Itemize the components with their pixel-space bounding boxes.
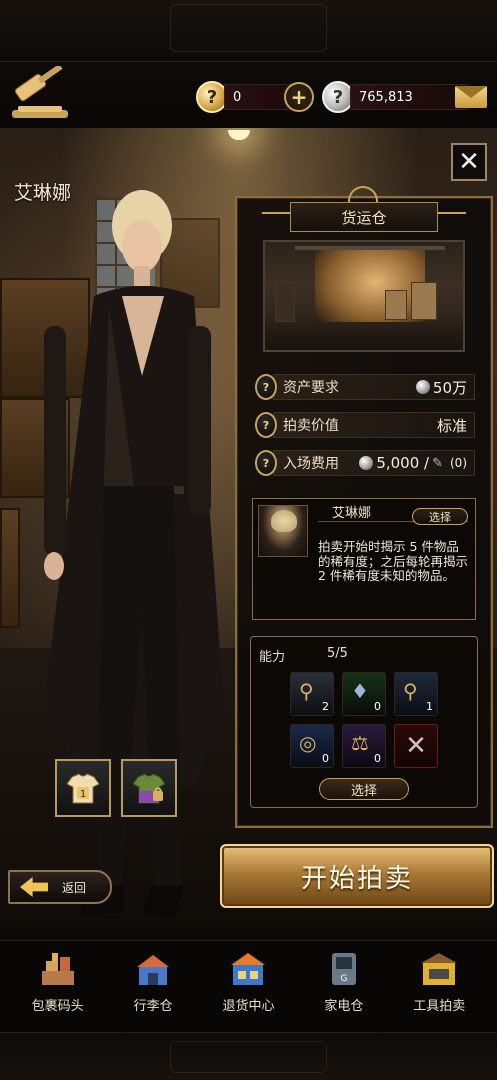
outfit-slot[interactable]: 1 (55, 759, 111, 817)
stat-entry-fee: ? 入场费用 5,000 /✎ (0) (255, 448, 475, 478)
ability-slot[interactable]: ◎ 0 (290, 724, 334, 768)
warehouse-door (315, 250, 425, 330)
stat-value: 5,000 /✎ (0) (359, 454, 467, 472)
badge-icon: ? (255, 450, 277, 476)
ceiling-lamp (228, 130, 250, 140)
magnifier-blue-icon: ⚲ (403, 679, 418, 703)
crate (411, 282, 437, 320)
host-portrait[interactable] (258, 505, 308, 557)
back-button[interactable]: 返回 (8, 870, 112, 904)
ability-slot-count: 0 (374, 752, 381, 765)
silver-currency: ? 765,813 (322, 81, 470, 113)
shirt-icon: 1 (66, 773, 100, 804)
ticket-count: (0) (450, 456, 467, 470)
nav-label: 家电仓 (324, 999, 364, 1014)
select-ability-button[interactable]: 选择 (319, 778, 409, 800)
ticket-icon: ✎ (432, 455, 443, 471)
stat-label: 入场费用 (283, 456, 339, 472)
ability-label: 能力 (259, 650, 286, 665)
crate (385, 290, 407, 320)
outfit-slot-locked[interactable] (121, 759, 177, 817)
bottom-frame (0, 1032, 497, 1080)
badge-icon: ? (255, 412, 277, 438)
stat-asset-requirement: ? 资产要求 50万 (255, 372, 475, 402)
ability-slot-count: 0 (322, 752, 329, 765)
ground (265, 322, 463, 350)
top-ornament (170, 4, 327, 52)
stat-label: 资产要求 (283, 380, 339, 396)
top-frame (0, 0, 497, 62)
ability-slot[interactable]: ⚖ 0 (342, 724, 386, 768)
stat-value-text: 50万 (432, 378, 467, 397)
ability-slot-count: 2 (322, 700, 329, 713)
stat-auction-value: ? 拍卖价值 标准 (255, 410, 475, 440)
ability-slot-count: 1 (426, 700, 433, 713)
close-icon: ✕ (458, 147, 480, 177)
nav-item-appliance[interactable]: G 家电仓 (299, 941, 389, 1033)
scales-icon: ⚖ (351, 731, 369, 755)
outfit-badge: 1 (80, 789, 86, 800)
nav-item-luggage[interactable]: 行李仓 (108, 941, 198, 1033)
ring-icon: ◎ (299, 731, 317, 755)
mail-icon[interactable] (455, 86, 487, 108)
nav-label: 退货中心 (222, 999, 275, 1014)
ability-slot-empty[interactable]: ✕ (394, 724, 438, 768)
stat-label: 拍卖价值 (283, 418, 339, 434)
venue-preview-image (263, 240, 465, 352)
add-currency-button[interactable]: + (284, 82, 314, 112)
stat-value: 标准 (436, 416, 467, 435)
host-skill-description: 拍卖开始时揭示 5 件物品的稀有度；之后每轮再揭示 2 件稀有度未知的物品。 (318, 539, 469, 583)
top-bar: ? 0 + ? 765,813 (0, 62, 497, 128)
ability-count: 5/5 (327, 646, 348, 661)
magnifier-gold-icon: ⚲ (299, 679, 314, 703)
host-name: 艾琳娜 (332, 506, 372, 521)
dock-icon (41, 953, 74, 985)
close-button[interactable]: ✕ (451, 143, 487, 181)
back-arrow-icon (20, 877, 48, 897)
bottom-ornament (170, 1041, 327, 1073)
gavel-icon[interactable] (8, 66, 74, 122)
crate (0, 508, 20, 628)
ability-slot[interactable]: ⚲ 1 (394, 672, 438, 716)
nav-item-return-center[interactable]: 退货中心 (203, 941, 293, 1033)
return-center-icon (231, 953, 266, 985)
tool-auction-icon (421, 953, 458, 985)
appliance-icon: G (331, 953, 356, 985)
locked-shirt-icon (132, 773, 166, 804)
title-ornament-left (262, 212, 292, 222)
silver-coin-icon (415, 380, 430, 394)
back-label: 返回 (62, 880, 87, 895)
ability-slot[interactable]: ⚲ 2 (290, 672, 334, 716)
title-ornament-right (436, 212, 466, 222)
close-icon: ✕ (405, 731, 427, 761)
silver-amount: 765,813 (350, 84, 470, 110)
nav-item-parcel-dock[interactable]: 包裹码头 (13, 941, 103, 1033)
ability-slot[interactable]: ♦ 0 (342, 672, 386, 716)
badge-icon: ? (255, 374, 277, 400)
venue-title: 货运仓 (290, 202, 438, 232)
silver-coin-icon (359, 456, 374, 470)
start-auction-button[interactable]: 开始拍卖 (220, 844, 494, 908)
ability-slot-count: 0 (374, 700, 381, 713)
svg-text:G: G (340, 974, 347, 984)
stat-value-text: 5,000 / (376, 454, 430, 472)
gem-lamp-icon: ♦ (351, 679, 369, 703)
crate (275, 282, 295, 322)
nav-label: 工具拍卖 (413, 999, 466, 1014)
character-name: 艾琳娜 (14, 182, 72, 204)
luggage-icon (137, 955, 170, 985)
bottom-nav: 包裹码头 行李仓 退货中心 G 家电仓 工具拍卖 (0, 940, 497, 1032)
nav-label: 行李仓 (133, 999, 173, 1014)
select-host-button[interactable]: 选择 (412, 508, 468, 525)
nav-label: 包裹码头 (31, 999, 84, 1014)
stat-value: 50万 (415, 377, 467, 398)
nav-item-tool-auction[interactable]: 工具拍卖 (394, 941, 484, 1033)
